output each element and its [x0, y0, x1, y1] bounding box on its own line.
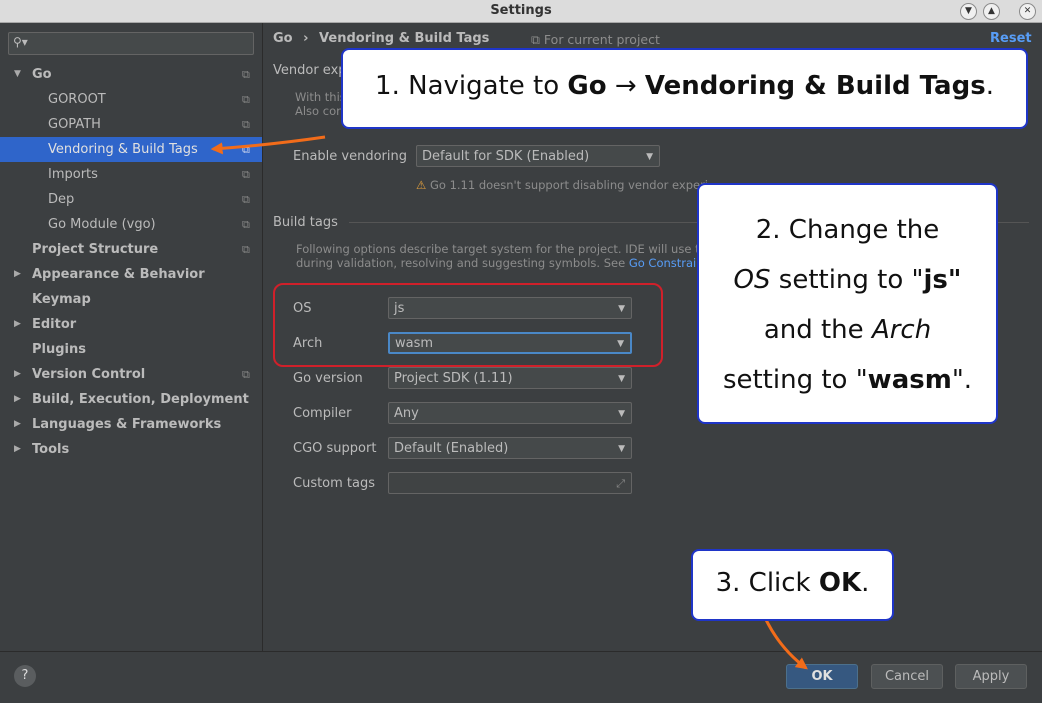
go-version-label: Go version	[293, 371, 363, 386]
chevron-right-icon: ▶	[14, 444, 21, 454]
vendor-section-title: Vendor exp	[273, 63, 347, 78]
vendor-warning: ⚠ Go 1.11 doesn't support disabling vend…	[416, 178, 708, 192]
sidebar-item-version-control[interactable]: ▶ Version Control ⧉	[0, 362, 262, 387]
copy-icon: ⧉	[531, 32, 540, 47]
copy-icon: ⧉	[242, 118, 250, 131]
copy-icon: ⧉	[242, 243, 250, 256]
sidebar-item-project-structure[interactable]: Project Structure ⧉	[0, 237, 262, 262]
warning-icon: ⚠	[416, 178, 427, 192]
apply-button[interactable]: Apply	[955, 664, 1027, 689]
sidebar-item-go[interactable]: ▼ Go ⧉	[0, 62, 262, 87]
reset-link[interactable]: Reset	[990, 31, 1032, 46]
enable-vendoring-label: Enable vendoring	[293, 149, 407, 164]
window-title: Settings	[490, 3, 552, 18]
chevron-down-icon: ▼	[618, 409, 625, 419]
breadcrumb-go[interactable]: Go	[273, 31, 293, 46]
title-bar: Settings ▼ ▲ ✕	[0, 0, 1042, 23]
chevron-down-icon: ▼	[618, 444, 625, 454]
copy-icon: ⧉	[242, 143, 250, 156]
chevron-right-icon: ▶	[14, 269, 21, 279]
compiler-select[interactable]: Any ▼	[388, 402, 632, 424]
sidebar-item-imports[interactable]: Imports ⧉	[0, 162, 262, 187]
vendor-description-1: With this	[295, 90, 346, 104]
settings-sidebar: ⚲▾ ▼ Go ⧉ GOROOT ⧉ GOPATH ⧉ Vendoring & …	[0, 23, 263, 651]
expand-icon[interactable]: ⤢	[616, 473, 625, 495]
sidebar-item-editor[interactable]: ▶ Editor	[0, 312, 262, 337]
chevron-right-icon: ▶	[14, 419, 21, 429]
chevron-down-icon: ▼	[646, 152, 653, 162]
copy-icon: ⧉	[242, 218, 250, 231]
minimize-button[interactable]: ▼	[960, 3, 977, 20]
sidebar-item-dep[interactable]: Dep ⧉	[0, 187, 262, 212]
sidebar-item-build[interactable]: ▶ Build, Execution, Deployment	[0, 387, 262, 412]
sidebar-item-appearance[interactable]: ▶ Appearance & Behavior	[0, 262, 262, 287]
sidebar-item-goroot[interactable]: GOROOT ⧉	[0, 87, 262, 112]
search-input[interactable]: ⚲▾	[8, 32, 254, 55]
copy-icon: ⧉	[242, 193, 250, 206]
scope-label: ⧉ For current project	[531, 32, 660, 47]
sidebar-item-gopath[interactable]: GOPATH ⧉	[0, 112, 262, 137]
callout-step-1: 1. Navigate to Go → Vendoring & Build Ta…	[341, 48, 1028, 129]
sidebar-item-vendoring[interactable]: Vendoring & Build Tags ⧉	[0, 137, 262, 162]
sidebar-item-languages[interactable]: ▶ Languages & Frameworks	[0, 412, 262, 437]
chevron-right-icon: ▶	[14, 319, 21, 329]
close-button[interactable]: ✕	[1019, 3, 1036, 20]
chevron-down-icon: ▼	[14, 69, 21, 79]
cgo-support-label: CGO support	[293, 441, 377, 456]
go-version-select[interactable]: Project SDK (1.11) ▼	[388, 367, 632, 389]
custom-tags-input[interactable]: ⤢	[388, 472, 632, 494]
copy-icon: ⧉	[242, 93, 250, 106]
sidebar-item-plugins[interactable]: Plugins	[0, 337, 262, 362]
breadcrumb: Go › Vendoring & Build Tags	[273, 31, 489, 46]
copy-icon: ⧉	[242, 168, 250, 181]
chevron-down-icon: ▼	[618, 374, 625, 384]
vendor-description-2: Also cor	[295, 104, 341, 118]
search-icon: ⚲▾	[13, 35, 28, 49]
build-description-2: during validation, resolving and suggest…	[296, 256, 697, 270]
sidebar-item-keymap[interactable]: Keymap	[0, 287, 262, 312]
sidebar-item-go-module[interactable]: Go Module (vgo) ⧉	[0, 212, 262, 237]
cgo-support-select[interactable]: Default (Enabled) ▼	[388, 437, 632, 459]
ok-button[interactable]: OK	[786, 664, 858, 689]
chevron-right-icon: ▶	[14, 394, 21, 404]
go-constraints-link[interactable]: Go Constrai	[629, 256, 696, 270]
build-description-1: Following options describe target system…	[296, 242, 700, 256]
callout-step-2: 2. Change the OS setting to "js" and the…	[697, 183, 998, 424]
enable-vendoring-select[interactable]: Default for SDK (Enabled) ▼	[416, 145, 660, 167]
os-arch-highlight	[273, 283, 663, 367]
chevron-right-icon: ▶	[14, 369, 21, 379]
copy-icon: ⧉	[242, 68, 250, 81]
maximize-button[interactable]: ▲	[983, 3, 1000, 20]
dialog-button-bar: ? OK Cancel Apply	[0, 651, 1042, 703]
copy-icon: ⧉	[242, 368, 250, 381]
build-tags-section-title: Build tags	[273, 215, 338, 230]
sidebar-item-tools[interactable]: ▶ Tools	[0, 437, 262, 462]
breadcrumb-page: Vendoring & Build Tags	[319, 31, 490, 46]
callout-step-3: 3. Click OK.	[691, 549, 894, 621]
cancel-button[interactable]: Cancel	[871, 664, 943, 689]
help-button[interactable]: ?	[14, 665, 36, 687]
breadcrumb-separator: ›	[303, 31, 309, 46]
custom-tags-label: Custom tags	[293, 476, 376, 491]
compiler-label: Compiler	[293, 406, 352, 421]
